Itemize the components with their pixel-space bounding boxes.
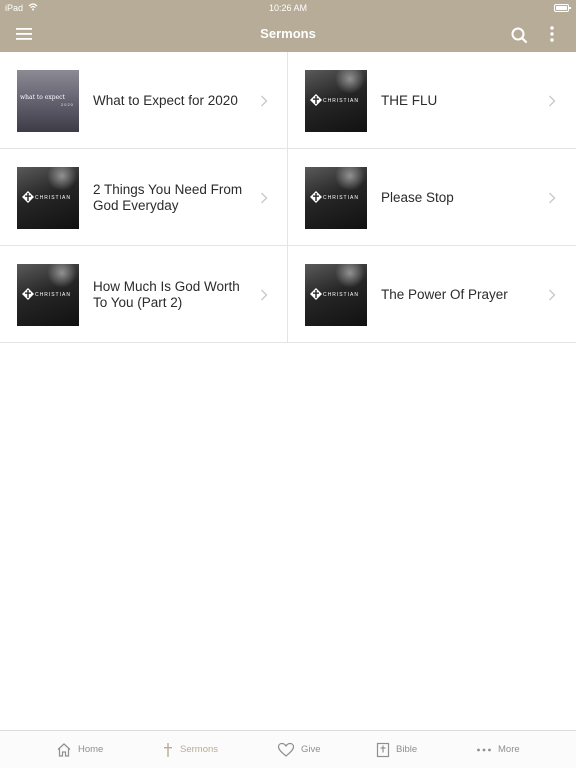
more-vertical-icon[interactable] — [542, 23, 562, 45]
sermon-title: Please Stop — [381, 189, 454, 205]
sermon-title: 2 Things You Need From God Everyday — [93, 181, 243, 213]
more-dots-icon — [477, 748, 491, 751]
sermon-title: How Much Is God Worth To You (Part 2) — [93, 278, 240, 310]
thumbnail-glow — [335, 264, 365, 288]
chevron-right-icon — [549, 192, 556, 204]
church-logo-icon — [22, 288, 34, 300]
tab-bar: Home Sermons Give Bible More — [0, 730, 576, 768]
sermon-title: The Power Of Prayer — [381, 286, 508, 302]
status-time: 10:26 AM — [268, 3, 308, 13]
page-title: Sermons — [260, 26, 316, 41]
church-logo-icon — [310, 191, 322, 203]
heart-icon — [277, 742, 295, 757]
sermon-card-what-to-expect[interactable]: what to expect 2020 What to Expect for 2… — [0, 52, 288, 149]
thumbnail-text: CHRISTIAN — [35, 195, 71, 201]
tab-home[interactable]: Home — [56, 731, 103, 768]
chevron-right-icon — [261, 95, 268, 107]
sermon-thumbnail: CHRISTIAN — [305, 264, 367, 326]
tab-label: More — [498, 744, 520, 755]
tab-bible[interactable]: Bible — [376, 731, 417, 768]
tab-give[interactable]: Give — [277, 731, 321, 768]
thumbnail-text: CHRISTIAN — [323, 98, 359, 104]
church-logo-icon — [22, 191, 34, 203]
sermon-card-how-much-is-god-worth[interactable]: CHRISTIAN How Much Is God Worth To You (… — [0, 246, 288, 343]
status-bar: iPad 10:26 AM — [0, 0, 576, 16]
bible-icon — [376, 742, 390, 757]
thumbnail-glow — [335, 167, 365, 191]
sermon-title: What to Expect for 2020 — [93, 92, 238, 108]
nav-bar: Sermons — [0, 16, 576, 52]
chevron-right-icon — [261, 289, 268, 301]
tab-label: Sermons — [180, 744, 219, 755]
church-logo-icon — [310, 94, 322, 106]
sermon-card-the-flu[interactable]: CHRISTIAN THE FLU — [288, 52, 576, 149]
sermon-thumbnail: what to expect 2020 — [17, 70, 79, 132]
thumbnail-text: CHRISTIAN — [323, 195, 359, 201]
battery-icon — [554, 4, 571, 12]
home-icon — [57, 742, 71, 757]
sermon-title: THE FLU — [381, 92, 438, 108]
tab-sermons[interactable]: Sermons — [162, 731, 218, 768]
sermon-thumbnail: CHRISTIAN — [17, 167, 79, 229]
sermon-card-please-stop[interactable]: CHRISTIAN Please Stop — [288, 149, 576, 246]
tab-more[interactable]: More — [476, 731, 520, 768]
chevron-right-icon — [549, 289, 556, 301]
thumbnail-text: what to expect — [20, 94, 65, 101]
chevron-right-icon — [549, 95, 556, 107]
cross-icon — [164, 742, 172, 757]
tab-label: Bible — [396, 744, 418, 755]
sermon-card-power-of-prayer[interactable]: CHRISTIAN The Power Of Prayer — [288, 246, 576, 343]
thumbnail-glow — [47, 167, 77, 191]
thumbnail-year: 2020 — [61, 102, 74, 107]
sermon-thumbnail: CHRISTIAN — [17, 264, 79, 326]
thumbnail-glow — [47, 264, 77, 288]
thumbnail-glow — [335, 70, 365, 94]
search-icon[interactable] — [508, 24, 530, 46]
tab-label: Home — [78, 744, 104, 755]
thumbnail-text: CHRISTIAN — [35, 292, 71, 298]
tab-label: Give — [301, 744, 321, 755]
sermon-thumbnail: CHRISTIAN — [305, 70, 367, 132]
chevron-right-icon — [261, 192, 268, 204]
sermon-card-2-things[interactable]: CHRISTIAN 2 Things You Need From God Eve… — [0, 149, 288, 246]
thumbnail-text: CHRISTIAN — [323, 292, 359, 298]
church-logo-icon — [310, 288, 322, 300]
sermon-thumbnail: CHRISTIAN — [305, 167, 367, 229]
